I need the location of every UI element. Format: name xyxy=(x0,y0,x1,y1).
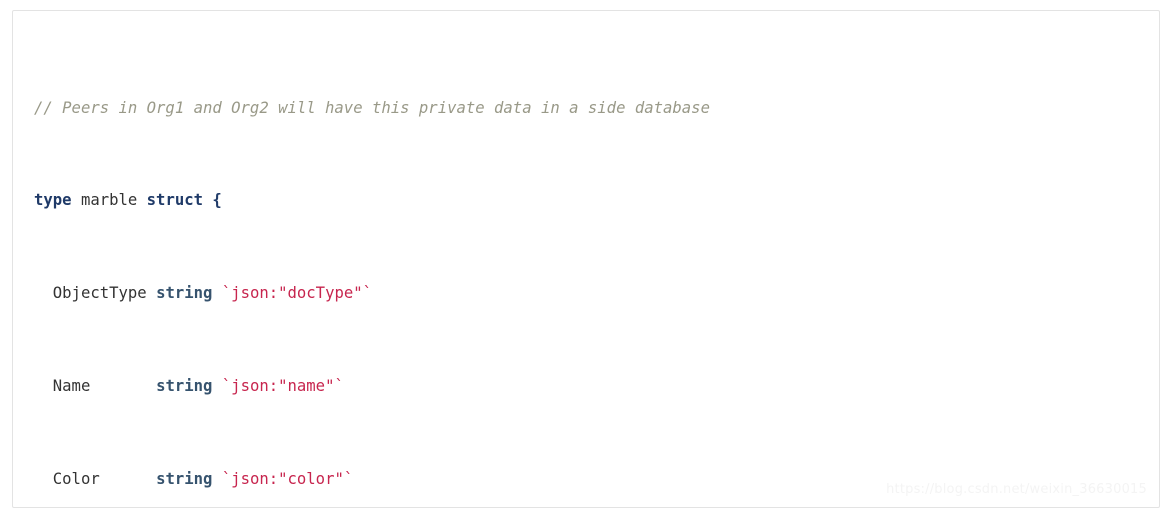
open-brace: { xyxy=(203,191,222,210)
code-line-field-name-1: Name string `json:"name"` xyxy=(34,375,1159,398)
watermark: https://blog.csdn.net/weixin_36630015 xyxy=(886,482,1147,497)
field-type: string xyxy=(156,377,213,395)
field-json-tag: `json:"name"` xyxy=(212,377,344,395)
code-content: // Peers in Org1 and Org2 will have this… xyxy=(34,27,1159,507)
field-type: string xyxy=(156,469,213,488)
code-line-type-marble: type marble struct { xyxy=(34,189,1159,212)
field-type: string xyxy=(156,284,213,303)
keyword-struct: struct xyxy=(146,191,204,210)
code-block: // Peers in Org1 and Org2 will have this… xyxy=(12,10,1160,508)
field-name: ObjectType xyxy=(34,284,157,303)
code-line-field-objecttype-1: ObjectType string `json:"docType"` xyxy=(34,282,1159,305)
field-json-tag: `json:"docType"` xyxy=(212,284,373,303)
field-name: Color xyxy=(34,469,157,488)
field-json-tag: `json:"color"` xyxy=(212,469,354,488)
comment-text: // Peers in Org1 and Org2 will have this… xyxy=(34,98,710,117)
struct-name-marble: marble xyxy=(71,191,147,210)
field-name: Name xyxy=(34,377,157,395)
keyword-type: type xyxy=(34,191,72,210)
code-line-comment-1: // Peers in Org1 and Org2 will have this… xyxy=(34,97,1159,120)
